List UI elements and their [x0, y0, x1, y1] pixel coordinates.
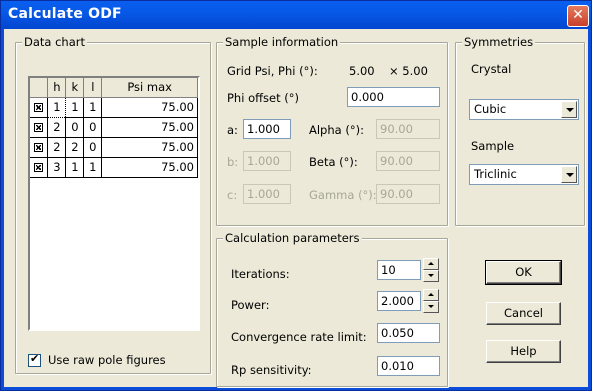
rp-sensitivity-input[interactable]: 0.010 — [377, 356, 440, 376]
cell-h[interactable]: 2 — [47, 117, 67, 138]
dialog-window: Calculate ODF ✕ Data chart h k l Psi max… — [0, 0, 592, 391]
help-button[interactable]: Help — [486, 340, 561, 363]
a-label: a: — [227, 123, 238, 137]
checked-box-icon[interactable] — [34, 143, 44, 152]
alpha-input[interactable]: 90.00 — [376, 119, 440, 139]
b-label: b: — [227, 155, 239, 169]
convergence-input[interactable]: 0.050 — [377, 323, 440, 343]
col-header-l[interactable]: l — [83, 78, 103, 98]
col-header-h[interactable]: h — [47, 78, 67, 98]
data-chart-table[interactable]: h k l Psi max 1 1 1 75.00 2 0 0 75.00 2 … — [28, 76, 200, 331]
row-select-cell[interactable] — [30, 157, 49, 178]
col-header-k[interactable]: k — [65, 78, 85, 98]
col-header-psi-max[interactable]: Psi max — [101, 78, 198, 98]
checked-box-icon[interactable] — [34, 103, 44, 112]
power-input[interactable]: 2.000 — [377, 291, 421, 311]
sample-sym-select[interactable]: Triclinic — [469, 164, 579, 185]
alpha-label: Alpha (°): — [309, 123, 364, 137]
row-select-cell[interactable] — [30, 97, 49, 118]
data-chart-label: Data chart — [22, 35, 88, 49]
spin-down-icon[interactable] — [423, 301, 439, 313]
crystal-select[interactable]: Cubic — [469, 99, 579, 120]
dialog-client: Data chart h k l Psi max 1 1 1 75.00 2 0… — [4, 29, 588, 387]
cell-h[interactable]: 1 — [47, 96, 67, 118]
gamma-label: Gamma (°): — [309, 188, 377, 202]
phi-offset-label: Phi offset (°) — [227, 91, 299, 105]
cell-l[interactable]: 1 — [83, 97, 103, 118]
window-title: Calculate ODF — [8, 6, 122, 22]
power-label: Power: — [231, 298, 270, 312]
sample-sym-select-value: Triclinic — [474, 167, 517, 181]
crystal-label: Crystal — [471, 62, 512, 76]
use-raw-label[interactable]: Use raw pole figures — [48, 353, 166, 367]
b-input[interactable]: 1.000 — [243, 151, 291, 171]
cell-psi-max[interactable]: 75.00 — [101, 97, 198, 118]
table-row[interactable]: 2 0 0 75.00 — [30, 117, 198, 138]
rp-sensitivity-label: Rp sensitivity: — [231, 363, 312, 377]
crystal-select-value: Cubic — [474, 102, 507, 116]
cell-h[interactable]: 2 — [47, 137, 67, 158]
grid-label: Grid Psi, Phi (°): — [227, 64, 318, 78]
spin-up-icon[interactable] — [423, 258, 439, 270]
grid-psi-value: 5.00 — [349, 64, 375, 78]
grid-phi-value: × 5.00 — [389, 64, 428, 78]
calc-params-label: Calculation parameters — [223, 231, 362, 245]
power-spinner[interactable] — [423, 289, 439, 313]
cell-psi-max[interactable]: 75.00 — [101, 117, 198, 138]
spin-down-icon[interactable] — [423, 270, 439, 282]
cell-psi-max[interactable]: 75.00 — [101, 137, 198, 158]
cell-l[interactable]: 0 — [83, 117, 103, 138]
cancel-button[interactable]: Cancel — [486, 302, 561, 325]
symmetries-label: Symmetries — [462, 35, 536, 49]
cell-k[interactable]: 0 — [65, 117, 85, 138]
beta-label: Beta (°): — [309, 155, 358, 169]
ok-button[interactable]: OK — [485, 260, 562, 285]
cell-k[interactable]: 1 — [65, 157, 85, 178]
table-row[interactable]: 3 1 1 75.00 — [30, 157, 198, 178]
cell-k[interactable]: 1 — [65, 97, 85, 118]
gamma-input[interactable]: 90.00 — [376, 184, 440, 204]
table-row[interactable]: 1 1 1 75.00 — [30, 96, 198, 118]
spin-up-icon[interactable] — [423, 289, 439, 301]
c-input[interactable]: 1.000 — [243, 184, 291, 204]
chevron-down-icon[interactable] — [561, 166, 577, 183]
row-select-cell[interactable] — [30, 117, 49, 138]
col-header-select — [30, 78, 49, 98]
checked-box-icon[interactable] — [34, 123, 44, 132]
phi-offset-input[interactable]: 0.000 — [347, 87, 440, 107]
cell-k[interactable]: 2 — [65, 137, 85, 158]
iterations-label: Iterations: — [231, 267, 290, 281]
row-select-cell[interactable] — [30, 137, 49, 158]
convergence-label: Convergence rate limit: — [231, 330, 367, 344]
close-icon[interactable]: ✕ — [567, 5, 589, 27]
chevron-down-icon[interactable] — [561, 101, 577, 118]
sample-info-label: Sample information — [223, 35, 341, 49]
iterations-spinner[interactable] — [423, 258, 439, 282]
cell-l[interactable]: 1 — [83, 157, 103, 178]
beta-input[interactable]: 90.00 — [376, 151, 440, 171]
cell-psi-max[interactable]: 75.00 — [101, 157, 198, 178]
cell-h[interactable]: 3 — [47, 157, 67, 178]
iterations-input[interactable]: 10 — [377, 260, 421, 280]
a-input[interactable]: 1.000 — [243, 119, 291, 139]
checked-box-icon[interactable] — [34, 163, 44, 172]
sample-sym-label: Sample — [471, 139, 515, 153]
title-bar[interactable]: Calculate ODF ✕ — [1, 1, 591, 29]
table-row[interactable]: 2 2 0 75.00 — [30, 137, 198, 158]
cell-l[interactable]: 0 — [83, 137, 103, 158]
table-header: h k l Psi max — [30, 78, 198, 98]
c-label: c: — [227, 188, 238, 202]
use-raw-checkbox[interactable] — [28, 352, 41, 367]
